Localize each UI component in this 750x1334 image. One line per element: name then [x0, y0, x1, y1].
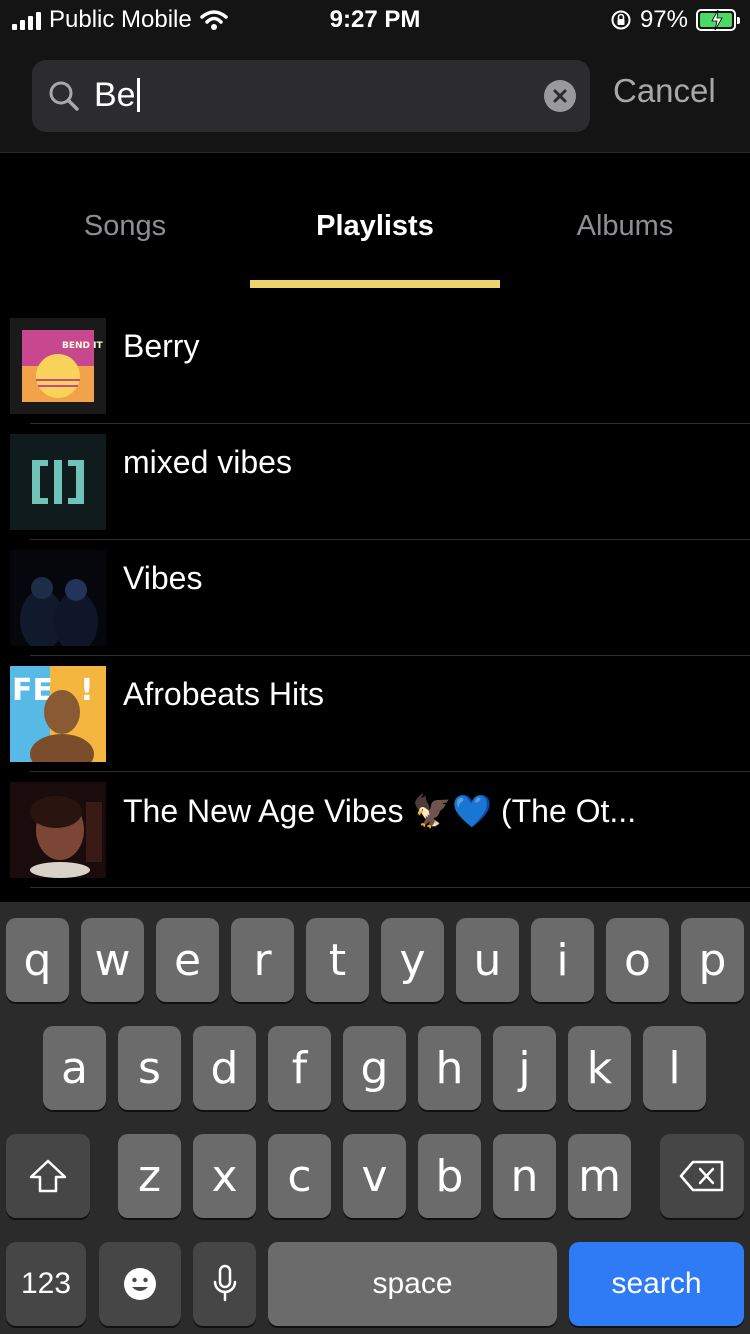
playlist-artwork: FE ! — [10, 666, 106, 762]
key-t[interactable]: t — [306, 918, 369, 1002]
emoji-icon — [124, 1268, 156, 1300]
search-header: Be Cancel — [0, 44, 750, 153]
divider — [30, 655, 750, 656]
playlist-results: BEND IT Berry mixed vibes Vibes FE ! Afr… — [0, 318, 750, 898]
key-g[interactable]: g — [343, 1026, 406, 1110]
key-x[interactable]: x — [193, 1134, 256, 1218]
shift-key[interactable] — [6, 1134, 90, 1218]
emoji-key[interactable] — [99, 1242, 181, 1326]
key-w[interactable]: w — [81, 918, 144, 1002]
list-item[interactable]: Vibes — [0, 550, 750, 666]
shift-icon — [29, 1159, 67, 1193]
key-a[interactable]: a — [43, 1026, 106, 1110]
list-item[interactable]: BEND IT Berry — [0, 318, 750, 434]
key-z[interactable]: z — [118, 1134, 181, 1218]
close-icon — [553, 89, 567, 103]
battery-percent: 97% — [639, 6, 688, 33]
key-o[interactable]: o — [606, 918, 669, 1002]
key-r[interactable]: r — [231, 918, 294, 1002]
backspace-icon — [679, 1160, 724, 1192]
key-q[interactable]: q — [6, 918, 69, 1002]
clear-search-button[interactable] — [544, 80, 576, 112]
key-s[interactable]: s — [118, 1026, 181, 1110]
svg-text:!: ! — [80, 673, 94, 708]
key-u[interactable]: u — [456, 918, 519, 1002]
key-v[interactable]: v — [343, 1134, 406, 1218]
tab-songs[interactable]: Songs — [0, 210, 250, 243]
key-i[interactable]: i — [531, 918, 594, 1002]
text-cursor — [136, 78, 140, 112]
divider — [30, 887, 750, 888]
search-key[interactable]: search — [569, 1242, 744, 1326]
key-p[interactable]: p — [681, 918, 744, 1002]
status-right: 97% — [610, 6, 740, 34]
battery-icon — [696, 9, 740, 31]
search-query: Be — [94, 76, 140, 115]
svg-text:BEND IT: BEND IT — [62, 341, 103, 351]
key-l[interactable]: l — [643, 1026, 706, 1110]
dictation-key[interactable] — [193, 1242, 256, 1326]
divider — [30, 539, 750, 540]
playlist-title: mixed vibes — [123, 444, 292, 480]
list-item[interactable]: FE ! Afrobeats Hits — [0, 666, 750, 782]
playlist-title: The New Age Vibes 🦅💙 (The Ot... — [123, 793, 637, 829]
playlist-artwork — [10, 434, 106, 530]
key-k[interactable]: k — [568, 1026, 631, 1110]
microphone-icon — [213, 1264, 236, 1302]
status-bar: Public Mobile 9:27 PM 97% — [0, 0, 750, 44]
divider — [30, 423, 750, 424]
keyboard: q w e r t y u i o p a s d f g h j k l z … — [0, 902, 750, 1334]
playlist-title: Vibes — [123, 560, 203, 596]
playlist-artwork: BEND IT — [10, 318, 106, 414]
orientation-lock-icon — [611, 10, 631, 30]
cancel-button[interactable]: Cancel — [613, 72, 716, 110]
active-tab-indicator — [250, 280, 500, 288]
key-e[interactable]: e — [156, 918, 219, 1002]
tab-playlists[interactable]: Playlists — [250, 210, 500, 243]
playlist-artwork — [10, 782, 106, 878]
search-input[interactable]: Be — [32, 60, 590, 132]
list-item[interactable]: The New Age Vibes 🦅💙 (The Ot... — [0, 782, 750, 898]
key-b[interactable]: b — [418, 1134, 481, 1218]
playlist-title: Afrobeats Hits — [123, 676, 324, 712]
category-tabs: Songs Playlists Albums — [0, 154, 750, 290]
divider — [30, 771, 750, 772]
key-m[interactable]: m — [568, 1134, 631, 1218]
key-c[interactable]: c — [268, 1134, 331, 1218]
key-n[interactable]: n — [493, 1134, 556, 1218]
search-icon — [49, 81, 79, 111]
tab-albums[interactable]: Albums — [500, 210, 750, 243]
playlist-title: Berry — [123, 328, 200, 364]
key-f[interactable]: f — [268, 1026, 331, 1110]
key-y[interactable]: y — [381, 918, 444, 1002]
key-j[interactable]: j — [493, 1026, 556, 1110]
playlist-artwork — [10, 550, 106, 646]
list-item[interactable]: mixed vibes — [0, 434, 750, 550]
key-h[interactable]: h — [418, 1026, 481, 1110]
delete-key[interactable] — [660, 1134, 744, 1218]
key-d[interactable]: d — [193, 1026, 256, 1110]
space-key[interactable]: space — [268, 1242, 557, 1326]
numbers-key[interactable]: 123 — [6, 1242, 86, 1326]
